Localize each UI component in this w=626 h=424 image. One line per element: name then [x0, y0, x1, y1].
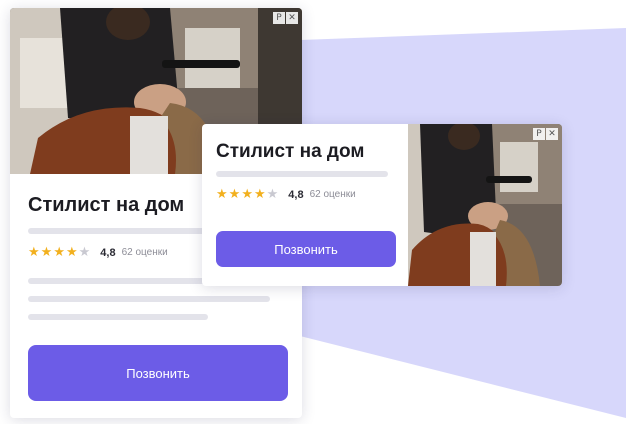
placeholder-line [216, 171, 388, 177]
star-filled-icon: ★ [228, 187, 241, 202]
ad-badges: Р ✕ [272, 12, 298, 24]
card-title: Стилист на дом [216, 141, 365, 162]
ad-marker-icon: Р [533, 128, 545, 140]
close-icon[interactable]: ✕ [286, 12, 298, 24]
call-button[interactable]: Позвонить [216, 231, 396, 267]
rating-value: 4,8 [288, 188, 304, 201]
card-title: Стилист на дом [28, 194, 185, 216]
close-icon[interactable]: ✕ [546, 128, 558, 140]
rating-count: 62 оценки [309, 189, 356, 200]
star-empty-icon: ★ [266, 187, 279, 202]
star-filled-icon: ★ [241, 187, 253, 202]
star-filled-icon: ★ [40, 245, 53, 260]
star-filled-icon: ★ [28, 245, 40, 260]
star-empty-icon: ★ [78, 245, 91, 260]
hair-stylist-photo [408, 124, 562, 286]
rating-count: 62 оценки [121, 247, 168, 258]
ad-badges: Р ✕ [532, 128, 558, 140]
star-filled-icon: ★ [53, 245, 65, 260]
rating: ★ ★ ★ ★ ★ 4,8 62 оценки [28, 246, 168, 259]
star-filled-icon: ★ [216, 187, 228, 202]
star-filled-icon: ★ [65, 245, 78, 260]
ad-card-small[interactable]: Стилист на дом ★ ★ ★ ★ ★ 4,8 62 оценки Позво… [202, 124, 562, 286]
rating-value: 4,8 [100, 246, 116, 259]
star-rating: ★ ★ ★ ★ ★ [216, 188, 279, 201]
star-filled-icon: ★ [253, 187, 266, 202]
placeholder-line [28, 314, 208, 320]
call-button[interactable]: Позвонить [28, 345, 288, 401]
rating: ★ ★ ★ ★ ★ 4,8 62 оценки [216, 188, 356, 201]
placeholder-line [28, 296, 270, 302]
star-rating: ★ ★ ★ ★ ★ [28, 246, 91, 259]
ad-marker-icon: Р [273, 12, 285, 24]
